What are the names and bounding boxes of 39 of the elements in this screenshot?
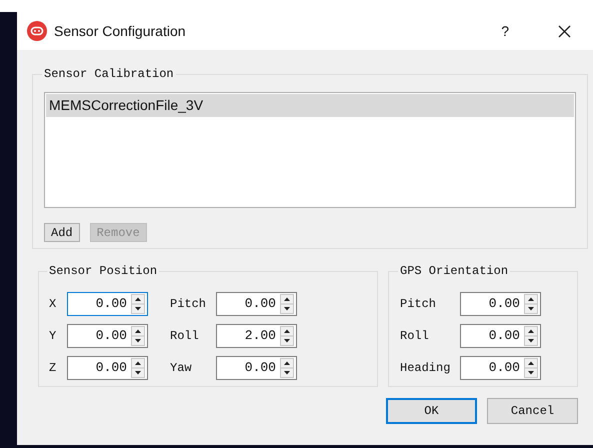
field-label: Z <box>49 360 58 377</box>
spin-box[interactable]: 0.00 <box>216 292 297 316</box>
list-item[interactable]: MEMSCorrectionFile_3V <box>46 94 574 117</box>
field-label: Pitch <box>170 296 208 313</box>
up-down-arrows-icon[interactable] <box>524 358 538 378</box>
up-down-arrows-icon[interactable] <box>131 294 145 314</box>
field-label: Yaw <box>170 360 193 377</box>
spin-box[interactable]: 2.00 <box>216 324 297 348</box>
button[interactable]: Add <box>44 223 80 242</box>
window-title: Sensor Configuration <box>54 22 186 41</box>
spin-box[interactable]: 0.00 <box>67 324 148 348</box>
field-label: Roll <box>170 328 200 345</box>
up-down-arrows-icon[interactable] <box>280 294 294 314</box>
spin-box[interactable]: 0.00 <box>460 324 541 348</box>
help-button[interactable]: ? <box>497 20 513 42</box>
field-label: Roll <box>400 328 430 345</box>
up-down-arrows-icon[interactable] <box>524 294 538 314</box>
group-title: Sensor Calibration <box>43 66 175 83</box>
spin-box[interactable]: 0.00 <box>216 356 297 380</box>
up-down-arrows-icon[interactable] <box>524 326 538 346</box>
field-label: Y <box>49 328 58 345</box>
spin-box[interactable]: 0.00 <box>67 356 148 380</box>
group-title: GPS Orientation <box>399 263 510 280</box>
up-down-arrows-icon[interactable] <box>131 326 145 346</box>
button[interactable]: Cancel <box>487 398 578 424</box>
up-down-arrows-icon[interactable] <box>280 358 294 378</box>
file-list[interactable]: MEMSCorrectionFile_3V <box>44 92 576 208</box>
spin-box[interactable]: 0.00 <box>67 292 148 316</box>
group-title: Sensor Position <box>48 263 158 280</box>
field-label: X <box>49 296 58 313</box>
button[interactable]: OK <box>386 398 477 424</box>
app-logo-icon <box>27 21 47 41</box>
field-label: Heading <box>400 360 452 377</box>
spin-box[interactable]: 0.00 <box>460 356 541 380</box>
spin-box[interactable]: 0.00 <box>460 292 541 316</box>
up-down-arrows-icon[interactable] <box>131 358 145 378</box>
up-down-arrows-icon[interactable] <box>280 326 294 346</box>
close-icon[interactable] <box>558 24 571 38</box>
field-label: Pitch <box>400 296 438 313</box>
